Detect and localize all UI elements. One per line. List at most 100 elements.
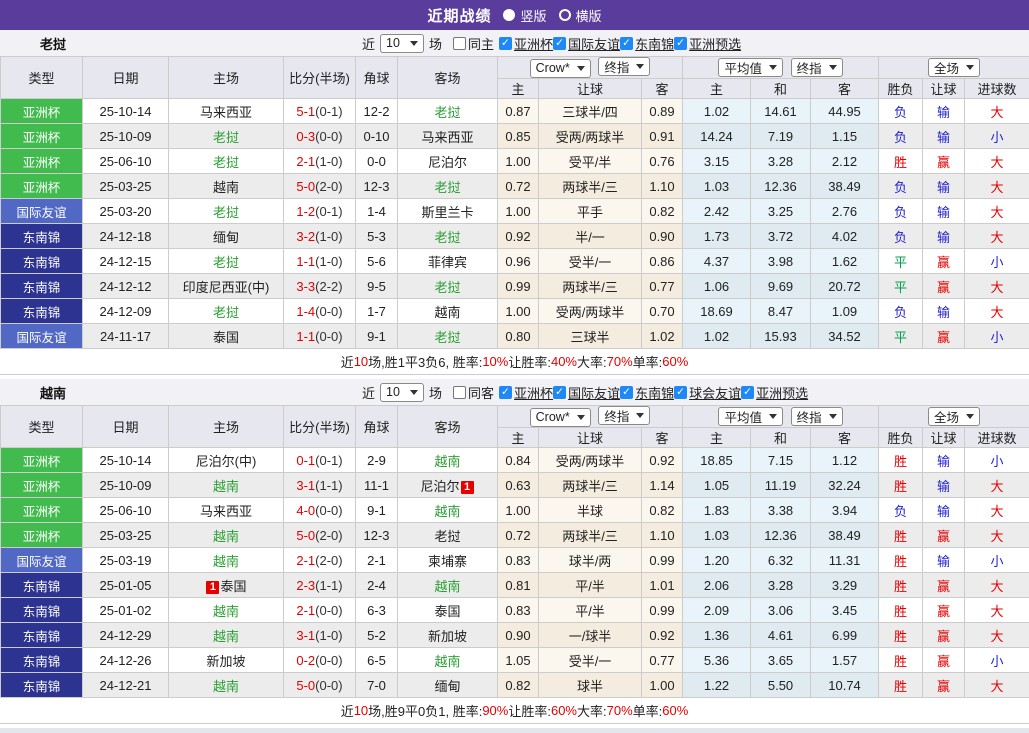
subheader-avg-away: 客 (811, 428, 879, 448)
result-wdl: 胜 (879, 623, 923, 648)
match-score: 5-1(0-1) (284, 99, 356, 124)
home-team-name: 越南 (213, 679, 239, 694)
bookmaker-final-select[interactable]: 终指 (598, 57, 650, 76)
competition-checkbox-球会友谊[interactable]: 球会友谊 (674, 383, 741, 402)
result-goals: 大 (965, 99, 1029, 124)
type-badge: 亚洲杯 (1, 149, 83, 174)
match-count-select[interactable]: 10 (380, 34, 424, 53)
scope-select[interactable]: 全场 (928, 58, 980, 77)
competition-checkbox-东南锦[interactable]: 东南锦 (620, 383, 674, 402)
result-handicap: 输 (923, 473, 965, 498)
result-handicap: 赢 (923, 648, 965, 673)
match-score: 3-1(1-1) (284, 473, 356, 498)
home-odds: 0.83 (498, 548, 539, 573)
result-wdl: 胜 (879, 149, 923, 174)
away-team: 柬埔寨 (398, 548, 498, 573)
competition-checkbox-东南锦[interactable]: 东南锦 (620, 34, 674, 53)
same-side-checkbox[interactable]: 同主 (453, 34, 494, 53)
home-odds: 0.87 (498, 99, 539, 124)
competition-checkbox-亚洲杯[interactable]: 亚洲杯 (499, 34, 553, 53)
result-wdl: 胜 (879, 473, 923, 498)
avg-home-odds: 1.03 (683, 174, 751, 199)
halftime-score: (0-0) (315, 653, 342, 668)
away-team-name: 老挝 (434, 230, 460, 245)
away-odds: 1.02 (642, 324, 683, 349)
competition-checkbox-国际友谊[interactable]: 国际友谊 (553, 383, 620, 402)
avg-away-odds: 1.09 (811, 299, 879, 324)
avg-draw-odds: 12.36 (751, 523, 811, 548)
summary-value: 70% (607, 354, 633, 369)
fulltime-score: 1-1 (296, 329, 315, 344)
avg-away-odds: 1.57 (811, 648, 879, 673)
competition-checkbox-亚洲预选[interactable]: 亚洲预选 (741, 383, 808, 402)
halftime-score: (0-0) (315, 678, 342, 693)
table-row: 东南锦24-12-15老挝1-1(1-0)5-6菲律宾0.96受半/一0.864… (1, 249, 1029, 274)
match-score: 3-2(1-0) (284, 224, 356, 249)
fulltime-score: 0-3 (296, 129, 315, 144)
handicap-line: 两球半/三 (539, 274, 642, 299)
scope-select[interactable]: 全场 (928, 407, 980, 426)
result-handicap: 赢 (923, 324, 965, 349)
checkbox-checked-icon (499, 37, 512, 50)
match-date: 25-10-14 (83, 448, 169, 473)
radio-vertical-layout[interactable]: 竖版 (503, 6, 546, 25)
handicap-line: 两球半/三 (539, 174, 642, 199)
corner-score: 2-4 (356, 573, 398, 598)
avg-draw-odds: 3.28 (751, 149, 811, 174)
bookmaker-final-select[interactable]: 终指 (598, 406, 650, 425)
halftime-score: (1-0) (315, 254, 342, 269)
home-team-name: 尼泊尔(中) (196, 454, 257, 469)
bookmaker-select[interactable]: Crow* (530, 408, 591, 427)
team-section: 越南 近 10 场 同客 亚洲杯国际友谊东南锦球会友谊亚洲预选 (0, 379, 1029, 728)
avg-away-odds: 32.24 (811, 473, 879, 498)
average-select[interactable]: 平均值 (718, 58, 783, 77)
competition-label: 国际友谊 (568, 383, 620, 402)
away-team: 缅甸 (398, 673, 498, 698)
halftime-score: (0-1) (315, 453, 342, 468)
average-select[interactable]: 平均值 (718, 407, 783, 426)
match-score: 1-1(0-0) (284, 324, 356, 349)
fulltime-score: 1-1 (296, 254, 315, 269)
stats-table: 类型 日期 主场 比分(半场) 角球 客场 Crow* 终指 (0, 56, 1029, 349)
same-side-checkbox[interactable]: 同客 (453, 383, 494, 402)
corner-score: 12-3 (356, 174, 398, 199)
radio-horizontal-layout[interactable]: 横版 (559, 6, 602, 25)
bookmaker-select[interactable]: Crow* (530, 59, 591, 78)
away-team-name: 缅甸 (434, 679, 460, 694)
match-date: 25-03-25 (83, 523, 169, 548)
handicap-line: 受两/两球半 (539, 299, 642, 324)
home-team-name: 新加坡 (206, 654, 245, 669)
away-team-name: 泰国 (434, 604, 460, 619)
handicap-line: 一/球半 (539, 623, 642, 648)
type-badge: 国际友谊 (1, 548, 83, 573)
result-wdl: 平 (879, 249, 923, 274)
home-team: 泰国 (169, 324, 284, 349)
match-score: 2-1(0-0) (284, 598, 356, 623)
result-wdl: 平 (879, 324, 923, 349)
corner-score: 5-6 (356, 249, 398, 274)
match-count-value: 10 (386, 385, 400, 399)
type-badge: 东南锦 (1, 573, 83, 598)
games-label: 场 (429, 383, 442, 402)
competition-checkbox-国际友谊[interactable]: 国际友谊 (553, 34, 620, 53)
chevron-down-icon (636, 413, 644, 418)
average-final-select[interactable]: 终指 (791, 407, 843, 426)
home-odds: 0.80 (498, 324, 539, 349)
type-badge: 东南锦 (1, 249, 83, 274)
match-rows: 亚洲杯25-10-14马来西亚5-1(0-1)12-2老挝0.87三球半/四0.… (1, 99, 1029, 349)
competition-checkbox-亚洲杯[interactable]: 亚洲杯 (499, 383, 553, 402)
away-odds: 1.01 (642, 573, 683, 598)
avg-home-odds: 5.36 (683, 648, 751, 673)
table-row: 东南锦25-01-02越南2-1(0-0)6-3泰国0.83平/半0.992.0… (1, 598, 1029, 623)
halftime-score: (0-1) (315, 204, 342, 219)
away-team-name: 老挝 (434, 280, 460, 295)
avg-draw-odds: 9.69 (751, 274, 811, 299)
match-count-select[interactable]: 10 (380, 383, 424, 402)
competition-checkbox-亚洲预选[interactable]: 亚洲预选 (674, 34, 741, 53)
away-odds: 0.89 (642, 99, 683, 124)
average-final-select[interactable]: 终指 (791, 58, 843, 77)
home-odds: 1.00 (498, 498, 539, 523)
type-badge: 东南锦 (1, 673, 83, 698)
corner-score: 1-7 (356, 299, 398, 324)
match-date: 25-03-25 (83, 174, 169, 199)
